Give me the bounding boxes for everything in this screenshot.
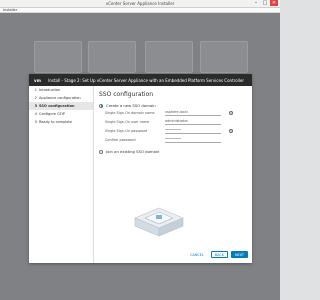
background-tile (34, 41, 82, 73)
radio-create-sso[interactable] (99, 103, 103, 108)
steps-nav: 1 Introduction 2 Appliance configuration… (29, 86, 94, 263)
window-controls: – □ ✕ (252, 0, 278, 7)
sso-domain-label: Single Sign-On domain name (105, 110, 155, 115)
vmware-logo: vm (34, 77, 42, 83)
dialog-title: Install - Stage 2: Set Up vCenter Server… (48, 77, 244, 83)
background-tile (145, 41, 193, 73)
sso-domain-row: Single Sign-On domain name vsphere.local… (99, 108, 249, 117)
create-sso-label: Create a new SSO domain (106, 103, 156, 108)
maximize-icon[interactable]: □ (261, 0, 269, 6)
minimize-icon[interactable]: – (252, 0, 260, 6)
info-icon[interactable]: i (229, 128, 233, 133)
step-ready-to-complete[interactable]: 5 Ready to complete (29, 118, 93, 126)
window-title: vCenter Server Appliance Installer (105, 1, 175, 6)
window-titlebar: vCenter Server Appliance Installer – □ ✕ (0, 0, 280, 8)
section-title: SSO configuration (99, 91, 154, 98)
sso-content: SSO configuration Create a new SSO domai… (99, 86, 249, 263)
step-sso-configuration[interactable]: 3 SSO configuration (29, 102, 93, 110)
step-appliance-configuration[interactable]: 2 Appliance configuration (29, 94, 93, 102)
step-configure-ceip[interactable]: 4 Configure CEIP (29, 110, 93, 118)
radio-join-sso[interactable] (99, 149, 103, 154)
sso-username-label: Single Sign-On user name (105, 119, 150, 124)
step-introduction[interactable]: 1 Introduction (29, 86, 93, 94)
sso-username-row: Single Sign-On user name administrator (99, 117, 249, 126)
back-button[interactable]: BACK (210, 251, 228, 258)
sso-illustration-icon (134, 207, 184, 237)
sso-password-row: Single Sign-On password •••••••• i (99, 126, 249, 135)
join-sso-label: Join an existing SSO domain (106, 149, 160, 154)
info-icon[interactable]: i (229, 110, 233, 115)
install-dialog: vm Install - Stage 2: Set Up vCenter Ser… (29, 74, 252, 263)
menu-installer[interactable]: Installer (3, 8, 17, 12)
confirm-password-label: Confirm password (105, 137, 136, 142)
background-tile (88, 41, 136, 73)
dialog-header: vm Install - Stage 2: Set Up vCenter Ser… (29, 74, 252, 86)
sso-username-input[interactable]: administrator (165, 119, 221, 125)
sso-password-label: Single Sign-On password (105, 128, 148, 133)
sso-domain-input[interactable]: vsphere.local (165, 110, 221, 116)
next-button[interactable]: NEXT (230, 251, 248, 258)
background-tile (200, 41, 248, 73)
join-sso-option[interactable]: Join an existing SSO domain (99, 149, 249, 154)
cancel-button[interactable]: CANCEL (186, 251, 208, 258)
dialog-footer: CANCEL BACK NEXT (186, 251, 248, 258)
sso-password-input[interactable]: •••••••• (165, 128, 221, 134)
confirm-password-input[interactable]: •••••••• (165, 137, 221, 143)
confirm-password-row: Confirm password •••••••• (99, 135, 249, 144)
close-icon[interactable]: ✕ (270, 0, 278, 6)
